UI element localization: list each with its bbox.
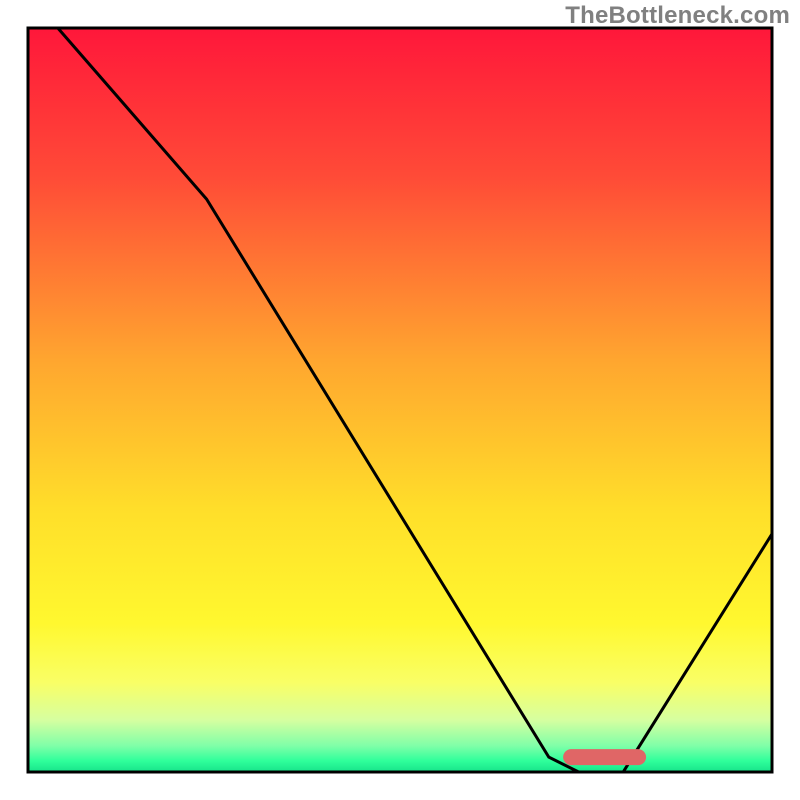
plot-background [28,28,772,772]
watermark-text: TheBottleneck.com [565,2,790,30]
bottleneck-chart [0,0,800,800]
chart-stage: TheBottleneck.com [0,0,800,800]
